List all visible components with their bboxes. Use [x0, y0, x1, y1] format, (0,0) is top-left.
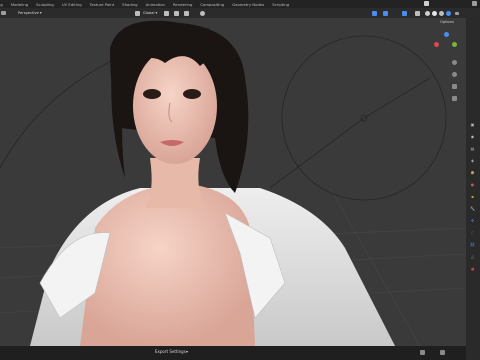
transform-orientation-icon[interactable] [135, 11, 140, 16]
modifier-properties-icon[interactable]: 🔧 [469, 206, 476, 211]
view-mode-label: Perspective [18, 11, 39, 15]
chevron-down-icon: ▾ [186, 349, 189, 354]
workspace-tab[interactable]: Scripting [271, 2, 290, 7]
physics-properties-icon[interactable]: ◌ [469, 230, 476, 235]
workspace-tab[interactable]: Modeling [10, 2, 29, 7]
gizmo-toggle-icon[interactable] [383, 11, 388, 16]
output-properties-icon[interactable]: ▤ [469, 146, 476, 151]
workspace-tab[interactable]: Rendering [172, 2, 193, 7]
workspace-tabs: ng Modeling Sculpting UV Editing Texture Pai… [0, 0, 290, 8]
object-properties-icon[interactable]: ▪ [469, 194, 476, 199]
gizmo-y-icon[interactable] [452, 42, 457, 47]
properties-tab-strip: ▣ ◉ ▤ ◈ ⬟ ● ▪ 🔧 ✣ ◌ ⛓ △ ◕ [466, 18, 480, 360]
status-bar [0, 346, 466, 360]
camera-view-icon[interactable] [452, 84, 457, 89]
top-bar: ng Modeling Sculpting UV Editing Texture Pai… [0, 0, 480, 8]
overlay-toggle-icon[interactable] [402, 11, 407, 16]
view-layer-icon[interactable] [472, 1, 477, 6]
scene-properties-icon[interactable]: ⬟ [469, 170, 476, 175]
options-dropdown[interactable]: Options [440, 20, 454, 24]
shading-options-icon[interactable] [455, 12, 459, 15]
mouse-right-icon [440, 350, 445, 355]
proportional-edit-icon[interactable] [200, 11, 205, 16]
shading-material-icon[interactable] [439, 11, 444, 16]
xray-icon[interactable] [415, 11, 420, 16]
render-properties-icon[interactable]: ◉ [469, 134, 476, 139]
world-properties-icon[interactable]: ● [469, 182, 476, 187]
pan-hand-icon[interactable] [452, 72, 457, 77]
export-settings-button[interactable]: Export Settings [155, 349, 186, 354]
gizmo-z-icon[interactable] [444, 32, 449, 37]
viewport-render [0, 18, 466, 346]
chevron-down-icon: ▾ [155, 11, 158, 15]
snap-icon[interactable] [174, 11, 179, 16]
pivot-icon[interactable] [164, 11, 169, 16]
gizmo-x-icon[interactable] [434, 42, 439, 47]
chevron-down-icon: ▾ [39, 11, 42, 15]
data-properties-icon[interactable]: △ [469, 254, 476, 259]
right-eye [183, 89, 201, 99]
left-eye [143, 89, 161, 99]
workspace-tab[interactable]: Compositing [199, 2, 225, 7]
transform-orientation-label: Global [143, 11, 155, 15]
shading-solid-icon[interactable] [432, 11, 437, 16]
perspective-grid-icon[interactable] [452, 96, 457, 101]
constraints-properties-icon[interactable]: ⛓ [469, 242, 476, 247]
tool-properties-icon[interactable]: ▣ [469, 122, 476, 127]
neck [145, 158, 205, 208]
view-mode-dropdown[interactable]: Perspective ▾ [18, 10, 42, 16]
scene-icon[interactable] [424, 1, 429, 6]
3d-viewport[interactable]: Options [0, 18, 466, 346]
workspace-tab[interactable]: Geometry Nodes [231, 2, 265, 7]
shading-wireframe-icon[interactable] [425, 11, 430, 16]
editor-type-icon[interactable] [1, 11, 6, 15]
workspace-tab[interactable]: ng [0, 2, 4, 7]
shading-rendered-icon[interactable] [446, 11, 451, 16]
workspace-tab[interactable]: Texture Paint [89, 2, 116, 7]
mouse-left-icon [420, 350, 425, 355]
zoom-icon[interactable] [452, 60, 457, 65]
workspace-tab[interactable]: Animation [145, 2, 166, 7]
face [133, 48, 217, 164]
snap-target-icon[interactable] [184, 11, 189, 16]
workspace-tab[interactable]: Sculpting [35, 2, 55, 7]
workspace-tab[interactable]: Shading [121, 2, 138, 7]
visibility-icon[interactable] [372, 11, 377, 16]
transform-orientation-dropdown[interactable]: Global ▾ [143, 10, 157, 16]
material-properties-icon[interactable]: ◕ [469, 266, 476, 271]
particles-properties-icon[interactable]: ✣ [469, 218, 476, 223]
view-layer-properties-icon[interactable]: ◈ [469, 158, 476, 163]
workspace-tab[interactable]: UV Editing [61, 2, 83, 7]
